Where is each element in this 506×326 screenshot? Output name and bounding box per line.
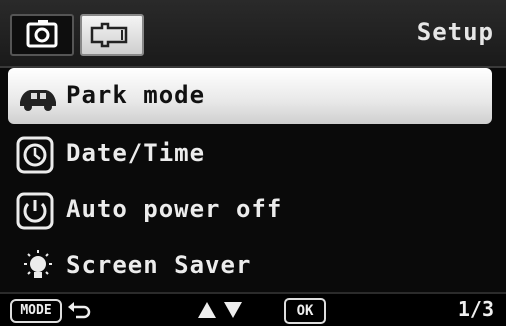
menu-item-auto-power-off[interactable]: Auto power off xyxy=(0,182,506,238)
menu-item-label: Date/Time xyxy=(66,139,206,167)
menu-item-label: Auto power off xyxy=(66,195,283,223)
car-icon xyxy=(20,90,56,111)
page-title: Setup xyxy=(416,18,494,46)
menu-item-label: Screen Saver xyxy=(66,251,252,279)
back-icon[interactable] xyxy=(66,299,92,321)
light-bulb-icon xyxy=(24,250,52,278)
up-down-arrows-icon[interactable] xyxy=(196,300,246,320)
power-icon xyxy=(16,192,54,230)
settings-menu: Park mode Date/Time Auto power off Scree… xyxy=(0,68,506,294)
camera-screen: Setup Park mode Date/Time Auto power off… xyxy=(0,0,506,326)
mode-button[interactable]: MODE xyxy=(10,299,62,323)
tab-setup[interactable] xyxy=(80,14,144,56)
clock-icon xyxy=(16,136,54,174)
ok-button[interactable]: OK xyxy=(284,298,326,324)
page-indicator: 1/3 xyxy=(457,297,494,321)
wrench-icon xyxy=(90,22,128,48)
menu-item-label: Park mode xyxy=(66,81,206,109)
menu-item-park-mode[interactable]: Park mode xyxy=(8,68,492,124)
camera-icon xyxy=(26,20,58,48)
tab-camera[interactable] xyxy=(10,14,74,56)
header-bar: Setup xyxy=(0,0,506,68)
menu-item-date-time[interactable]: Date/Time xyxy=(0,126,506,182)
footer-bar: MODE OK 1/3 xyxy=(0,292,506,326)
menu-item-screen-saver[interactable]: Screen Saver xyxy=(0,238,506,294)
